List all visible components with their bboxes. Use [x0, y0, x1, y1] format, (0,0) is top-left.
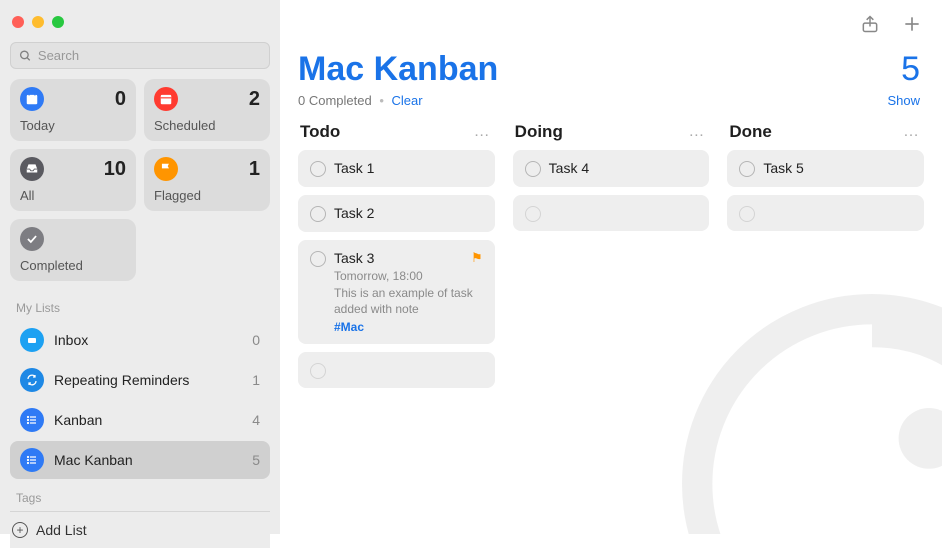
flag-icon: ⚑	[471, 250, 483, 266]
column-more-icon[interactable]: …	[474, 123, 491, 141]
tile-label: Scheduled	[154, 118, 260, 133]
header: Mac Kanban 5	[280, 40, 942, 91]
sidebar: 0 Today 2 Scheduled 10 All	[0, 0, 280, 534]
column-done: Done … Task 5	[727, 122, 924, 534]
list-row-repeating[interactable]: Repeating Reminders 1	[10, 361, 270, 399]
calendar-today-icon	[20, 87, 44, 111]
card-placeholder[interactable]	[727, 195, 924, 231]
checkbox-icon[interactable]	[525, 161, 541, 177]
list-row-mac-kanban[interactable]: Mac Kanban 5	[10, 441, 270, 479]
checkbox-icon[interactable]	[310, 363, 326, 379]
smart-list-grid: 0 Today 2 Scheduled 10 All	[10, 79, 270, 281]
sidebar-tile-flagged[interactable]: 1 Flagged	[144, 149, 270, 211]
column-title: Doing	[515, 122, 563, 142]
search-box[interactable]	[10, 42, 270, 69]
sidebar-tile-all[interactable]: 10 All	[10, 149, 136, 211]
minimize-window-icon[interactable]	[32, 16, 44, 28]
close-window-icon[interactable]	[12, 16, 24, 28]
list-icon	[20, 448, 44, 472]
subheader: 0 Completed • Clear Show	[280, 91, 942, 122]
list-label: Kanban	[54, 412, 252, 428]
card-task2[interactable]: Task 2	[298, 195, 495, 232]
card-title: Task 3	[334, 250, 374, 266]
column-title: Todo	[300, 122, 340, 142]
list-count: 5	[252, 452, 260, 468]
separator-dot-icon: •	[379, 93, 384, 108]
share-icon[interactable]	[860, 14, 880, 34]
column-doing: Doing … Task 4	[513, 122, 710, 534]
toolbar	[280, 0, 942, 40]
inbox-icon	[20, 157, 44, 181]
repeat-icon	[20, 368, 44, 392]
card-task4[interactable]: Task 4	[513, 150, 710, 187]
window-controls	[10, 10, 270, 42]
tray-icon	[20, 328, 44, 352]
tile-count: 1	[249, 158, 260, 181]
clear-link[interactable]: Clear	[392, 93, 423, 108]
column-more-icon[interactable]: …	[688, 123, 705, 141]
card-title: Task 1	[334, 160, 483, 176]
completed-text: 0 Completed	[298, 93, 372, 108]
calendar-icon	[154, 87, 178, 111]
sidebar-tile-scheduled[interactable]: 2 Scheduled	[144, 79, 270, 141]
search-icon	[19, 49, 32, 63]
card-tag[interactable]: #Mac	[334, 320, 483, 334]
board-title: Mac Kanban	[298, 50, 498, 89]
flag-icon	[154, 157, 178, 181]
checkbox-icon[interactable]	[525, 206, 541, 222]
tile-count: 2	[249, 88, 260, 111]
list-label: Inbox	[54, 332, 252, 348]
tile-label: All	[20, 188, 126, 203]
tile-label: Completed	[20, 258, 126, 273]
tile-label: Flagged	[154, 188, 260, 203]
list-count: 1	[252, 372, 260, 388]
sidebar-tile-today[interactable]: 0 Today	[10, 79, 136, 141]
checkbox-icon[interactable]	[739, 161, 755, 177]
checkbox-icon[interactable]	[310, 161, 326, 177]
column-more-icon[interactable]: …	[903, 123, 920, 141]
tile-count: 10	[104, 158, 126, 181]
card-task3[interactable]: Task 3 ⚑ Tomorrow, 18:00 This is an exam…	[298, 240, 495, 344]
list-label: Mac Kanban	[54, 452, 252, 468]
add-icon[interactable]	[902, 14, 922, 34]
card-note: This is an example of task added with no…	[334, 285, 483, 317]
tile-label: Today	[20, 118, 126, 133]
sidebar-tile-completed[interactable]: Completed	[10, 219, 136, 281]
card-placeholder[interactable]	[298, 352, 495, 388]
add-list-button[interactable]: + Add List	[10, 511, 270, 548]
board-count: 5	[901, 50, 920, 89]
my-lists: Inbox 0 Repeating Reminders 1 Kanban 4 M…	[10, 321, 270, 479]
list-row-kanban[interactable]: Kanban 4	[10, 401, 270, 439]
list-count: 0	[252, 332, 260, 348]
my-lists-heading: My Lists	[16, 301, 270, 315]
list-row-inbox[interactable]: Inbox 0	[10, 321, 270, 359]
checkbox-icon[interactable]	[310, 251, 326, 267]
list-label: Repeating Reminders	[54, 372, 252, 388]
checkbox-icon[interactable]	[310, 206, 326, 222]
column-title: Done	[729, 122, 772, 142]
kanban-columns: Todo … Task 1 Task 2	[280, 122, 942, 534]
check-icon	[20, 227, 44, 251]
card-date: Tomorrow, 18:00	[334, 269, 483, 283]
search-input[interactable]	[38, 48, 261, 63]
card-title: Task 5	[763, 160, 912, 176]
checkbox-icon[interactable]	[739, 206, 755, 222]
column-todo: Todo … Task 1 Task 2	[298, 122, 495, 534]
zoom-window-icon[interactable]	[52, 16, 64, 28]
tags-heading: Tags	[16, 491, 270, 505]
list-icon	[20, 408, 44, 432]
main-area: Mac Kanban 5 0 Completed • Clear Show To…	[280, 0, 942, 534]
card-task1[interactable]: Task 1	[298, 150, 495, 187]
tile-count: 0	[115, 88, 126, 111]
card-task5[interactable]: Task 5	[727, 150, 924, 187]
card-placeholder[interactable]	[513, 195, 710, 231]
card-title: Task 2	[334, 205, 483, 221]
add-list-label: Add List	[36, 522, 87, 538]
plus-circle-icon: +	[12, 522, 28, 538]
card-title: Task 4	[549, 160, 698, 176]
list-count: 4	[252, 412, 260, 428]
show-link[interactable]: Show	[887, 93, 920, 108]
